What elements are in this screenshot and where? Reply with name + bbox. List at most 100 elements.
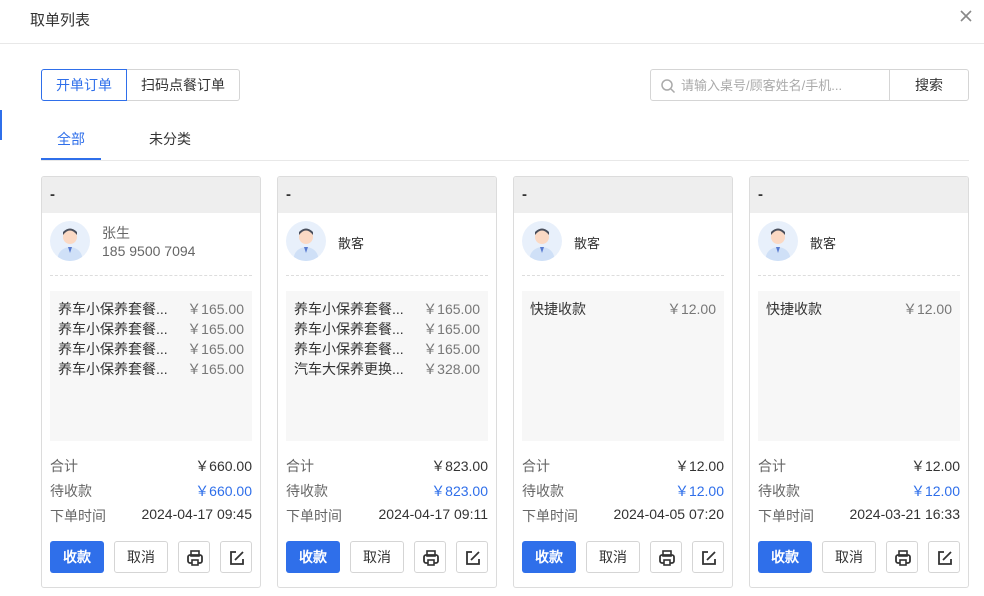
customer-name: 散客 [338, 236, 365, 251]
total-row: 合计 ￥823.00 [286, 456, 488, 476]
total-row: 合计 ￥12.00 [758, 456, 960, 476]
due-value: ￥660.00 [195, 483, 252, 499]
order-time: 2024-04-17 09:45 [141, 506, 252, 522]
print-icon [895, 550, 911, 566]
item-name: 养车小保养套餐... [294, 321, 404, 337]
item-price: ￥165.00 [423, 321, 480, 337]
card-actions: 收款 取消 [522, 541, 726, 573]
item-name: 养车小保养套餐... [58, 341, 168, 357]
edit-button[interactable] [692, 541, 724, 573]
print-button[interactable] [886, 541, 918, 573]
order-time: 2024-04-05 07:20 [613, 506, 724, 522]
order-type-switch: 开单订单 扫码点餐订单 [41, 69, 240, 101]
order-card[interactable]: - 散客 快捷收款 ￥12.00 合计 ￥12.00 待收款 ￥12.00 下单时间 2… [513, 176, 733, 588]
total-row: 合计 ￥660.00 [50, 456, 252, 476]
list-item: 快捷收款 ￥12.00 [766, 299, 952, 319]
total-label: 合计 [286, 458, 314, 474]
user-avatar-icon [758, 221, 798, 261]
order-time: 2024-04-17 09:11 [378, 506, 489, 522]
list-item: 养车小保养套餐... ￥165.00 [58, 339, 244, 359]
due-label: 待收款 [286, 483, 328, 499]
item-name: 养车小保养套餐... [294, 301, 404, 317]
left-edge-marker [0, 110, 2, 140]
divider [758, 275, 960, 276]
item-price: ￥328.00 [423, 361, 480, 377]
total-row: 合计 ￥12.00 [522, 456, 724, 476]
total-label: 合计 [758, 458, 786, 474]
cancel-button[interactable]: 取消 [822, 541, 876, 573]
item-name: 养车小保养套餐... [58, 361, 168, 377]
cancel-button[interactable]: 取消 [350, 541, 404, 573]
time-label: 下单时间 [50, 508, 106, 524]
edit-button[interactable] [928, 541, 960, 573]
user-avatar-icon [286, 221, 326, 261]
list-item: 养车小保养套餐... ￥165.00 [58, 359, 244, 379]
dialog-header: 取单列表 [0, 0, 984, 44]
time-label: 下单时间 [758, 508, 814, 524]
search-input[interactable] [681, 70, 886, 100]
due-label: 待收款 [50, 483, 92, 499]
order-items: 养车小保养套餐... ￥165.00 养车小保养套餐... ￥165.00 养车小保… [50, 291, 252, 441]
cancel-button[interactable]: 取消 [586, 541, 640, 573]
print-button[interactable] [178, 541, 210, 573]
edit-icon [466, 551, 480, 565]
customer-name: 张生 [102, 225, 130, 241]
category-tabs: 全部 未分类 [41, 124, 969, 161]
total-value: ￥12.00 [910, 458, 960, 474]
print-button[interactable] [414, 541, 446, 573]
order-card[interactable]: - 散客 养车小保养套餐... ￥165.00 养车小保养套餐... ￥165.00… [277, 176, 497, 588]
order-type-scan[interactable]: 扫码点餐订单 [127, 69, 240, 101]
divider [50, 275, 252, 276]
tab-uncategorized[interactable]: 未分类 [139, 124, 201, 160]
list-item: 养车小保养套餐... ￥165.00 [294, 319, 480, 339]
list-item: 养车小保养套餐... ￥165.00 [294, 299, 480, 319]
list-item: 养车小保养套餐... ￥165.00 [294, 339, 480, 359]
order-items: 快捷收款 ￥12.00 [522, 291, 724, 441]
card-actions: 收款 取消 [758, 541, 962, 573]
item-name: 快捷收款 [530, 301, 586, 317]
card-header: - [278, 177, 496, 213]
edit-icon [938, 551, 952, 565]
search-icon [661, 79, 676, 94]
edit-icon [230, 551, 244, 565]
card-actions: 收款 取消 [50, 541, 254, 573]
cancel-button[interactable]: 取消 [114, 541, 168, 573]
item-name: 养车小保养套餐... [58, 301, 168, 317]
item-price: ￥165.00 [187, 321, 244, 337]
pay-button[interactable]: 收款 [286, 541, 340, 573]
card-header: - [42, 177, 260, 213]
order-type-open[interactable]: 开单订单 [41, 69, 127, 101]
print-icon [659, 550, 675, 566]
due-row: 待收款 ￥823.00 [286, 481, 488, 501]
order-card[interactable]: - 散客 快捷收款 ￥12.00 合计 ￥12.00 待收款 ￥12.00 下单时间 2… [749, 176, 969, 588]
card-header: - [750, 177, 968, 213]
pay-button[interactable]: 收款 [758, 541, 812, 573]
list-item: 汽车大保养更换... ￥328.00 [294, 359, 480, 379]
time-row: 下单时间 2024-04-17 09:45 [50, 506, 252, 526]
close-icon [960, 10, 972, 22]
customer-name: 散客 [574, 236, 601, 251]
due-label: 待收款 [522, 483, 564, 499]
edit-icon [702, 551, 716, 565]
divider [522, 275, 724, 276]
pay-button[interactable]: 收款 [522, 541, 576, 573]
time-label: 下单时间 [522, 508, 578, 524]
edit-button[interactable] [456, 541, 488, 573]
list-item: 养车小保养套餐... ￥165.00 [58, 299, 244, 319]
item-price: ￥165.00 [423, 301, 480, 317]
edit-button[interactable] [220, 541, 252, 573]
tab-all[interactable]: 全部 [41, 124, 101, 160]
time-row: 下单时间 2024-04-17 09:11 [286, 506, 488, 526]
item-price: ￥165.00 [187, 301, 244, 317]
print-icon [423, 550, 439, 566]
search-button[interactable]: 搜索 [889, 69, 969, 101]
dialog-title: 取单列表 [30, 12, 91, 29]
order-card[interactable]: - 张生 185 9500 7094 养车小保养套餐... ￥165.00 养车小… [41, 176, 261, 588]
pay-button[interactable]: 收款 [50, 541, 104, 573]
print-button[interactable] [650, 541, 682, 573]
item-price: ￥12.00 [902, 301, 952, 317]
list-item: 养车小保养套餐... ￥165.00 [58, 319, 244, 339]
close-button[interactable] [956, 6, 976, 26]
card-actions: 收款 取消 [286, 541, 490, 573]
order-items: 养车小保养套餐... ￥165.00 养车小保养套餐... ￥165.00 养车小保… [286, 291, 488, 441]
